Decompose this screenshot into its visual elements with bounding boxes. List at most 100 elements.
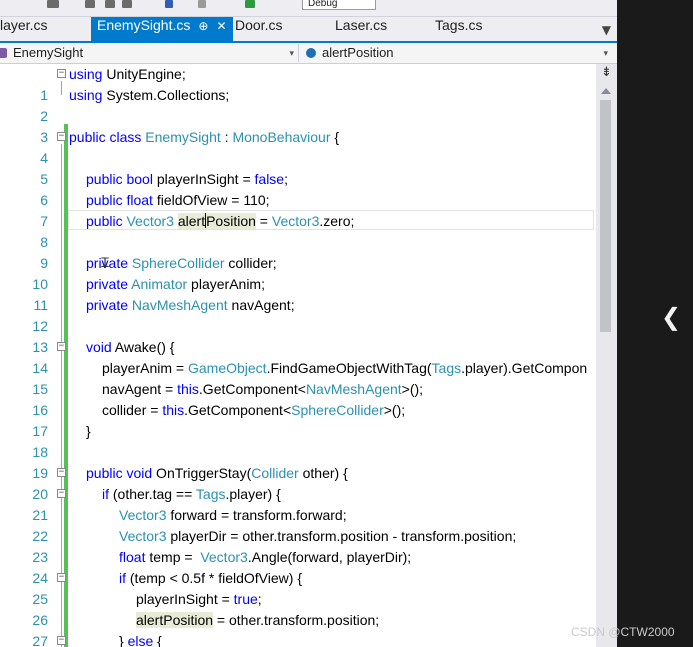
type-combo[interactable]: EnemySight ▾ [0,44,299,62]
collapse-icon[interactable]: − [57,468,66,477]
tab-label: layer.cs [0,17,48,33]
code-line: 4 − public class EnemySight : MonoBehavi… [0,127,596,166]
collapse-icon[interactable]: − [57,489,66,498]
solution-config-combo[interactable]: Debug [302,0,376,10]
toolbar-icon[interactable] [105,0,115,8]
tab-label: Door.cs [235,17,283,33]
keyword: this [162,402,185,418]
code-line: 6 public bool playerInSight = false; [0,169,596,208]
redo-icon[interactable] [198,0,206,8]
vertical-scrollbar[interactable]: ⇟ [596,64,617,647]
collapse-icon[interactable]: − [57,69,66,78]
code-text: ; [284,171,288,187]
code-line: 16 navAgent = this.GetComponent<NavMeshA… [0,379,596,418]
keyword: if [102,486,109,502]
code-line: 20 − public void OnTriggerStay(Collider … [0,463,596,502]
code-line: 13 [0,316,596,355]
code-text: .GetComponent< [184,402,292,418]
member-combo-label: alertPosition [322,45,394,60]
keyword: using [69,87,103,103]
navigation-bar: EnemySight ▾ alertPosition ▾ [0,43,617,64]
code-line: 9 [0,232,596,271]
code-text: playerAnim = [102,360,188,376]
type-name: EnemySight [141,129,221,145]
chevron-down-icon[interactable]: ▾ [289,44,294,62]
keyword: public [86,171,123,187]
code-text: fieldOfView = 110; [152,192,270,208]
code-text: >(); [401,381,424,397]
type-name: MonoBehaviour [232,129,331,145]
keyword: float [122,192,153,208]
collapse-icon[interactable]: − [57,342,66,351]
code-editor[interactable]: 1 − using UnityEngine; 2 using System.Co… [0,64,596,647]
symbol-highlight: alertPosition [136,612,214,628]
collapse-icon[interactable]: − [57,132,66,141]
scroll-up-icon[interactable] [601,88,611,94]
code-line: 12 private NavMeshAgent navAgent; [0,295,596,334]
keyword: private [86,297,129,313]
tab-enemysight[interactable]: EnemySight.cs ⊕ ✕ [91,17,233,41]
code-line: 8 public Vector3 alertPosition = Vector3… [0,211,596,250]
code-text: (temp < 0.5f * fieldOfView) { [126,570,302,586]
keyword: class [105,129,142,145]
code-text: ; [257,591,262,607]
keyword: this [177,381,199,397]
class-icon [0,48,7,58]
field-icon [306,48,316,58]
code-line: 28 − } else { [0,631,596,647]
mouse-ibeam-cursor-icon: Ꮖ [101,256,110,271]
tab-label: EnemySight.cs [97,17,191,33]
overflow-dropdown-icon[interactable]: ▼ [602,17,611,43]
code-text: .player) { [225,486,281,502]
code-text: .zero; [319,213,355,229]
code-text: temp = [145,549,201,565]
collapse-icon[interactable]: − [57,573,66,582]
tab-tags[interactable]: Tags.cs [435,17,482,41]
code-text: { [330,129,340,145]
tab-player[interactable]: layer.cs [0,17,47,41]
code-text: System.Collections; [102,87,230,103]
tab-label: Tags.cs [435,17,483,33]
toolbar-icon[interactable] [122,0,132,8]
keyword: else [127,633,154,647]
keyword: blic [101,192,123,208]
split-window-icon[interactable]: ⇟ [599,66,614,80]
code-line: 11 private Animator playerAnim; [0,274,596,313]
start-debug-icon[interactable] [245,0,255,8]
code-text: : [220,129,233,145]
undo-icon[interactable] [165,0,173,8]
code-line: 19 [0,442,596,481]
collapse-icon[interactable]: − [57,636,66,645]
keyword: false [254,171,285,187]
chevron-down-icon[interactable]: ▾ [603,44,608,62]
tab-laser[interactable]: Laser.cs [335,17,387,41]
keyword: using [69,66,103,82]
tab-door[interactable]: Door.cs [235,17,282,41]
member-combo[interactable]: alertPosition ▾ [302,44,612,62]
code-line: 10 private SphereCollider collider; [0,253,596,292]
code-line: 26 playerInSight = true; [0,589,596,628]
type-name: Vector3 [119,528,167,544]
keyword: float [119,549,146,565]
code-line: 7 public float fieldOfView = 110; [0,190,596,229]
type-name: Vector3 [271,213,320,229]
keyword: void [122,465,153,481]
save-all-icon[interactable] [85,0,95,8]
type-name: Vector3 [119,507,167,523]
type-name: NavMeshAgent [305,381,402,397]
chevron-left-icon[interactable]: ❮ [661,303,681,331]
save-icon[interactable] [47,0,59,8]
type-name: Tags [431,360,462,376]
code-text: other) { [298,465,348,481]
code-text: .GetComponent< [198,381,306,397]
pin-icon[interactable]: ⊕ [198,19,208,33]
scrollbar-thumb[interactable] [600,100,611,332]
type-name: Vector3 [122,213,174,229]
document-tabs: layer.cs EnemySight.cs ⊕ ✕ Door.cs Laser.c… [0,17,617,41]
keyword: private [86,276,129,292]
type-name: Tags [195,486,226,502]
type-name: NavMeshAgent [128,297,228,313]
type-combo-label: EnemySight [13,45,84,60]
watermark: CSDN @CTW2000 [571,625,675,639]
close-icon[interactable]: ✕ [216,19,226,33]
